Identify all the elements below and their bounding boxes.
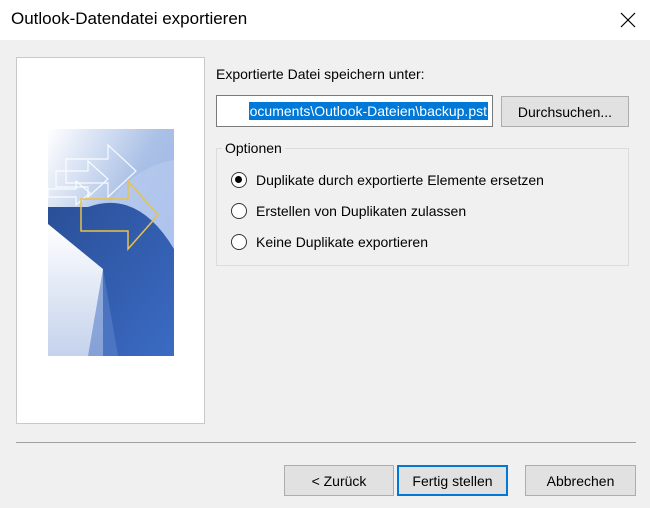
cancel-button[interactable]: Abbrechen <box>525 465 636 496</box>
window-title: Outlook-Datendatei exportieren <box>11 9 248 28</box>
save-path-input[interactable]: ocuments\Outlook-Dateien\backup.pst <box>216 95 493 127</box>
radio-label: Duplikate durch exportierte Elemente ers… <box>256 172 544 188</box>
wizard-illustration <box>48 129 174 356</box>
finish-button[interactable]: Fertig stellen <box>397 465 508 496</box>
back-button[interactable]: < Zurück <box>284 465 394 496</box>
save-path-value: ocuments\Outlook-Dateien\backup.pst <box>248 102 488 120</box>
radio-replace-duplicates[interactable]: Duplikate durch exportierte Elemente ers… <box>231 170 544 190</box>
close-icon <box>620 12 636 28</box>
radio-button[interactable] <box>231 203 247 219</box>
radio-button[interactable] <box>231 234 247 250</box>
options-legend: Optionen <box>222 140 285 156</box>
radio-label: Keine Duplikate exportieren <box>256 234 428 250</box>
title-bar: Outlook-Datendatei exportieren <box>0 0 650 40</box>
browse-button[interactable]: Durchsuchen... <box>501 96 629 127</box>
radio-no-duplicates[interactable]: Keine Duplikate exportieren <box>231 232 428 252</box>
footer-separator <box>16 442 636 443</box>
radio-allow-duplicates[interactable]: Erstellen von Duplikaten zulassen <box>231 201 466 221</box>
close-button[interactable] <box>606 0 650 40</box>
radio-label: Erstellen von Duplikaten zulassen <box>256 203 467 219</box>
radio-button-checked[interactable] <box>231 172 247 188</box>
wizard-image-panel <box>16 57 205 424</box>
save-path-label: Exportierte Datei speichern unter: <box>216 66 425 82</box>
